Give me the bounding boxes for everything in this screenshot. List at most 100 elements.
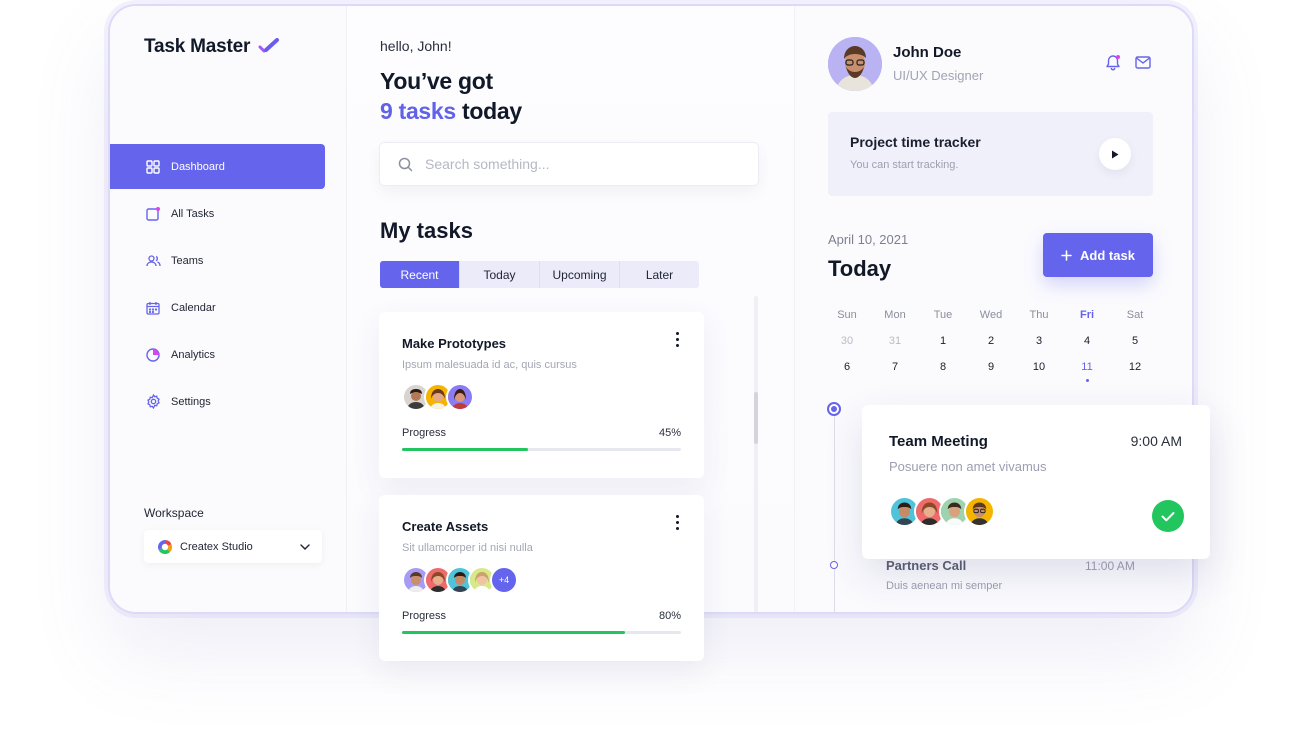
- add-task-button[interactable]: Add task: [1043, 233, 1153, 277]
- task-card[interactable]: Create Assets Sit ullamcorper id nisi nu…: [379, 495, 704, 661]
- mail-icon[interactable]: [1135, 56, 1151, 74]
- scrollbar-track[interactable]: [754, 296, 758, 612]
- sidebar-item-label: All Tasks: [171, 207, 215, 220]
- weekday: Mon: [884, 309, 906, 321]
- check-icon: [1161, 511, 1175, 521]
- calendar-day[interactable]: 9: [967, 354, 1015, 380]
- event-card[interactable]: Team Meeting 9:00 AM Posuere non amet vi…: [862, 405, 1210, 559]
- check-pen-icon: [258, 38, 280, 53]
- calendar-day[interactable]: 1: [919, 328, 967, 354]
- calendar-day[interactable]: 3: [1015, 328, 1063, 354]
- tab-later[interactable]: Later: [620, 261, 699, 288]
- calendar-day[interactable]: 8: [919, 354, 967, 380]
- play-icon: [1112, 150, 1119, 158]
- progress-bar: [402, 448, 681, 451]
- tab-upcoming[interactable]: Upcoming: [540, 261, 620, 288]
- progress-bar: [402, 631, 681, 634]
- sidebar-item-analytics[interactable]: Analytics: [110, 332, 325, 377]
- bell-icon[interactable]: [1105, 54, 1121, 76]
- sidebar-item-label: Analytics: [171, 348, 216, 361]
- task-count: 9 tasks: [380, 98, 456, 124]
- task-subtitle: Ipsum malesuada id ac, quis cursus: [402, 359, 577, 371]
- calendar-day[interactable]: 31: [871, 328, 919, 354]
- weekday: Thu: [1029, 309, 1049, 321]
- more-menu-icon[interactable]: [674, 515, 680, 530]
- profile-role: UI/UX Designer: [893, 68, 984, 83]
- sidebar-item-calendar[interactable]: Calendar: [110, 285, 325, 330]
- app-title: Task Master: [144, 36, 251, 57]
- calendar-day[interactable]: 10: [1015, 354, 1063, 380]
- member-avatars: +4: [402, 566, 681, 594]
- event-title[interactable]: Partners Call: [886, 558, 966, 573]
- calendar-day[interactable]: 6: [823, 354, 871, 380]
- task-card[interactable]: Make Prototypes Ipsum malesuada id ac, q…: [379, 312, 704, 478]
- search-bar: [379, 142, 759, 186]
- complete-check-button[interactable]: [1152, 500, 1184, 532]
- weekday: Tue: [933, 309, 953, 321]
- calendar-day-selected[interactable]: 11: [1063, 354, 1111, 382]
- plus-icon: [1061, 249, 1072, 261]
- event-time: 9:00 AM: [1130, 433, 1182, 449]
- calendar-day[interactable]: 4: [1063, 328, 1111, 354]
- sidebar-item-label: Calendar: [171, 301, 216, 314]
- task-tabs: Recent Today Upcoming Later: [380, 261, 699, 288]
- progress-value: 45%: [658, 427, 681, 439]
- workspace-label: Workspace: [144, 506, 204, 520]
- more-members-badge[interactable]: +4: [490, 566, 518, 594]
- play-button[interactable]: [1099, 138, 1131, 170]
- grid-icon: [145, 159, 161, 175]
- timeline-marker: [830, 561, 838, 569]
- event-time: 11:00 AM: [1085, 559, 1135, 573]
- tracker-subtitle: You can start tracking.: [850, 159, 959, 171]
- progress-row: Progress 80%: [402, 610, 681, 622]
- more-menu-icon[interactable]: [674, 332, 680, 347]
- workspace-value: Createx Studio: [180, 540, 253, 553]
- sidebar-item-all-tasks[interactable]: All Tasks: [110, 191, 325, 236]
- sidebar-item-label: Dashboard: [171, 160, 225, 173]
- headline-line1: You’ve got: [380, 68, 493, 94]
- weekday-current: Fri: [1079, 309, 1095, 321]
- tab-today[interactable]: Today: [460, 261, 540, 288]
- sidebar-nav: Dashboard All Tasks Teams Calendar Analy…: [110, 144, 325, 426]
- avatar[interactable]: [828, 37, 882, 91]
- progress-row: Progress 45%: [402, 427, 681, 439]
- scrollbar-thumb[interactable]: [754, 392, 758, 444]
- gear-icon: [145, 394, 161, 410]
- sidebar-item-dashboard[interactable]: Dashboard: [110, 144, 325, 189]
- schedule-title: Today: [828, 256, 892, 281]
- chevron-down-icon: [300, 543, 310, 550]
- avatar: [446, 383, 474, 411]
- weekday: Sat: [1126, 309, 1144, 321]
- workspace-select[interactable]: Createx Studio: [144, 530, 322, 563]
- progress-fill: [402, 631, 626, 634]
- attendee-avatars: [889, 496, 1183, 527]
- progress-label: Progress: [402, 427, 447, 439]
- task-title: Make Prototypes: [402, 336, 507, 351]
- progress-fill: [402, 448, 528, 451]
- task-subtitle: Sit ullamcorper id nisi nulla: [402, 542, 533, 554]
- sidebar-item-settings[interactable]: Settings: [110, 379, 325, 424]
- progress-value: 80%: [658, 610, 681, 622]
- calendar: Sun Mon Tue Wed Thu Fri Sat 30 31 1 2 3 …: [823, 302, 1159, 382]
- calendar-day[interactable]: 12: [1111, 354, 1159, 380]
- sidebar-item-teams[interactable]: Teams: [110, 238, 325, 283]
- calendar-day[interactable]: 2: [967, 328, 1015, 354]
- sidebar-item-label: Settings: [171, 395, 211, 408]
- tracker-title: Project time tracker: [850, 134, 981, 150]
- tab-recent[interactable]: Recent: [380, 261, 460, 288]
- event-subtitle: Duis aenean mi semper: [886, 580, 1003, 592]
- headline: You’ve got 9 tasks today: [380, 66, 522, 126]
- calendar-icon: [145, 300, 161, 316]
- search-input[interactable]: [423, 155, 727, 173]
- sidebar: Task Master Dashboard All Tasks Teams Ca…: [110, 6, 347, 612]
- timeline-line: [834, 414, 835, 612]
- avatar: [964, 496, 995, 527]
- calendar-day[interactable]: 7: [871, 354, 919, 380]
- calendar-day[interactable]: 30: [823, 328, 871, 354]
- headline-suffix: today: [462, 98, 522, 124]
- calendar-day[interactable]: 5: [1111, 328, 1159, 354]
- workspace-logo-icon: [157, 539, 173, 554]
- brand: Task Master: [144, 36, 280, 58]
- tasks-icon: [145, 206, 161, 222]
- users-icon: [145, 253, 161, 269]
